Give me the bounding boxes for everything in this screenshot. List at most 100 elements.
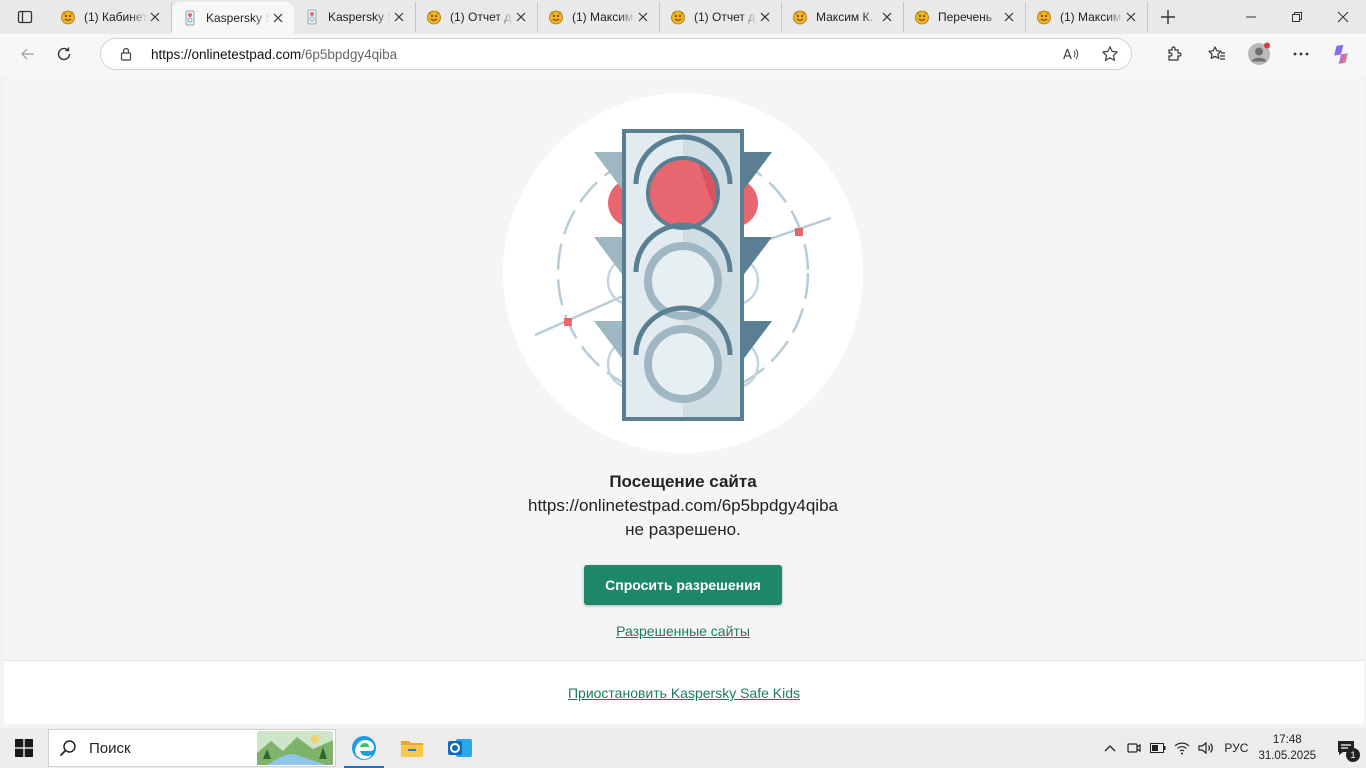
tab-close-button[interactable]	[270, 10, 286, 26]
tab-title: (1) Отчет д	[694, 10, 756, 24]
tab-title: (1) Максим	[1060, 10, 1122, 24]
more-dots-icon	[1293, 52, 1309, 56]
browser-tab[interactable]: Максим К.	[782, 2, 904, 32]
arrow-left-icon	[21, 48, 34, 60]
pause-link-container: Приостановить Kaspersky Safe Kids	[4, 685, 1364, 701]
wifi-icon	[1174, 742, 1190, 755]
browser-toolbar: https://onlinetestpad.com/6p5bpdgy4qiba …	[0, 34, 1366, 74]
restore-icon	[1292, 12, 1302, 22]
edge-icon	[352, 736, 376, 760]
back-button[interactable]	[10, 38, 46, 70]
tab-close-button[interactable]	[391, 9, 407, 25]
battery-button[interactable]	[1146, 728, 1170, 768]
avatar-icon	[1248, 42, 1270, 65]
toolbar-right	[1154, 34, 1366, 74]
tab-close-button[interactable]	[635, 9, 651, 25]
svg-text:A: A	[1063, 48, 1072, 62]
allowed-sites-link-text[interactable]: Разрешенные сайты	[616, 623, 750, 639]
url-path: /6p5bpdgy4qiba	[301, 46, 398, 62]
language-indicator[interactable]: РУС	[1224, 741, 1248, 755]
search-highlight-image	[257, 731, 333, 765]
notifications-button[interactable]: 1	[1326, 728, 1366, 768]
system-tray: РУС 17:48 31.05.2025 1	[1098, 728, 1366, 768]
tray-meet-icon-button[interactable]	[1122, 728, 1146, 768]
tab-close-button[interactable]	[1123, 9, 1139, 25]
browser-tab[interactable]: (1) Кабинет	[50, 2, 172, 32]
browser-tab[interactable]: (1) Максим	[538, 2, 660, 32]
read-aloud-icon[interactable]: A	[1063, 46, 1079, 62]
favorites-icon	[1208, 46, 1225, 60]
tab-close-button[interactable]	[757, 9, 773, 25]
camera-icon	[1127, 743, 1142, 753]
close-icon	[1337, 11, 1349, 23]
close-icon	[273, 13, 283, 23]
tab-close-button[interactable]	[513, 9, 529, 25]
address-bar[interactable]: https://onlinetestpad.com/6p5bpdgy4qiba …	[100, 38, 1132, 70]
window-controls	[1228, 0, 1366, 34]
copilot-button[interactable]	[1322, 38, 1364, 70]
browser-tab[interactable]: Перечень	[904, 2, 1026, 32]
page-footer: Приостановить Kaspersky Safe Kids	[4, 660, 1364, 724]
browser-tab[interactable]: (1) Максим	[1026, 2, 1148, 32]
plus-icon	[1161, 10, 1175, 24]
close-window-button[interactable]	[1320, 0, 1366, 34]
clock-date: 31.05.2025	[1258, 750, 1316, 762]
minimize-button[interactable]	[1228, 0, 1274, 34]
tab-close-button[interactable]	[1001, 9, 1017, 25]
extensions-button[interactable]	[1154, 38, 1196, 70]
lock-icon[interactable]	[119, 47, 135, 61]
close-icon	[1126, 12, 1136, 22]
browser-tab[interactable]: (1) Отчет д	[416, 2, 538, 32]
page-title: Посещение сайта	[609, 472, 757, 491]
windows-logo-icon	[15, 739, 33, 757]
show-hidden-icons-button[interactable]	[1098, 728, 1122, 768]
chevron-up-icon	[1104, 745, 1116, 752]
kaspersky-icon	[182, 10, 198, 26]
tab-title: Kaspersky Safe Kids	[328, 10, 391, 24]
blocked-url-text: https://onlinetestpad.com/6p5bpdgy4qiba	[527, 496, 838, 515]
puzzle-icon	[1168, 46, 1182, 61]
speaker-icon	[1198, 741, 1214, 755]
browser-tab[interactable]: Kaspersky Safe Kids	[294, 2, 416, 32]
favorites-button[interactable]	[1196, 38, 1238, 70]
yellow-smiley-icon	[670, 9, 686, 25]
taskbar-file-explorer[interactable]	[388, 728, 436, 768]
not-allowed-text: не разрешено.	[625, 520, 741, 539]
url-text[interactable]: https://onlinetestpad.com/6p5bpdgy4qiba	[151, 47, 397, 62]
network-button[interactable]	[1170, 728, 1194, 768]
taskbar-search[interactable]: Поиск	[48, 729, 336, 767]
reload-button[interactable]	[46, 38, 82, 70]
address-bar-icons: A	[1063, 39, 1119, 69]
favorite-star-icon[interactable]	[1101, 45, 1119, 63]
more-menu-button[interactable]	[1280, 38, 1322, 70]
yellow-smiley-icon	[792, 9, 808, 25]
taskbar-edge[interactable]	[340, 728, 388, 768]
tab-title: (1) Максим	[572, 10, 634, 24]
volume-button[interactable]	[1194, 728, 1218, 768]
traffic-light-illustration	[503, 93, 863, 453]
start-button[interactable]	[0, 728, 48, 768]
yellow-smiley-icon	[548, 9, 564, 25]
reload-icon	[57, 47, 71, 61]
tab-title: (1) Кабинет	[84, 10, 147, 24]
battery-icon	[1150, 743, 1166, 753]
tab-close-button[interactable]	[147, 9, 163, 25]
new-tab-button[interactable]	[1148, 0, 1188, 34]
copilot-icon	[1334, 44, 1348, 64]
tab-close-button[interactable]	[879, 9, 895, 25]
tab-actions-button[interactable]	[0, 0, 50, 34]
blocked-page: Посещение сайта https://onlinetestpad.co…	[4, 74, 1364, 724]
profile-button[interactable]	[1238, 38, 1280, 70]
pause-safe-kids-link[interactable]: Приостановить Kaspersky Safe Kids	[568, 685, 800, 701]
browser-tab[interactable]: Kaspersky Safe Kids	[172, 2, 294, 34]
tab-title: (1) Отчет д	[450, 10, 512, 24]
clock[interactable]: 17:48 31.05.2025	[1258, 732, 1316, 764]
close-icon	[760, 12, 770, 22]
outlook-icon	[448, 739, 472, 757]
browser-tab[interactable]: (1) Отчет д	[660, 2, 782, 32]
close-icon	[638, 12, 648, 22]
restore-button[interactable]	[1274, 0, 1320, 34]
taskbar-outlook[interactable]	[436, 728, 484, 768]
notification-count-badge: 1	[1346, 748, 1360, 762]
ask-permission-button[interactable]: Спросить разрешения	[584, 565, 782, 605]
